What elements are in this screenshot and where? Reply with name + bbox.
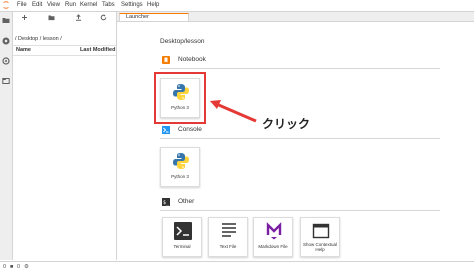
- menu-tabs[interactable]: Tabs: [102, 1, 115, 9]
- markdown-file-card[interactable]: Markdown File: [253, 217, 293, 257]
- terminal-icon: $_: [162, 198, 170, 206]
- card-label-markdown-file: Markdown File: [258, 244, 288, 249]
- annotation-click-text: クリック: [262, 117, 311, 131]
- running-icon[interactable]: [2, 37, 10, 45]
- svg-text:$_: $_: [163, 200, 170, 206]
- new-folder-icon[interactable]: [48, 14, 55, 21]
- launcher-path: Desktop/lesson: [160, 38, 205, 45]
- terminal-card[interactable]: Terminal: [162, 217, 202, 257]
- section-title-other: Other: [178, 198, 195, 205]
- file-list-header: Name Last Modified: [13, 45, 116, 56]
- new-launcher-icon[interactable]: [21, 14, 28, 21]
- menu-run[interactable]: Run: [65, 1, 76, 9]
- menu-bar: File Edit View Run Kernel Tabs Settings …: [0, 0, 474, 12]
- arrow-icon: [210, 100, 257, 123]
- menu-help[interactable]: Help: [147, 1, 159, 9]
- console-icon: [162, 126, 170, 134]
- tab-launcher[interactable]: Launcher: [119, 13, 189, 21]
- section-divider: [160, 138, 440, 139]
- status-gear-icon: ⚙: [24, 264, 29, 270]
- status-terminals-count[interactable]: 0: [17, 264, 20, 270]
- contextual-help-card[interactable]: Show Contextual Help: [300, 217, 340, 257]
- status-box-icon: ■: [10, 264, 14, 270]
- contextual-help-icon: [312, 223, 330, 239]
- card-label-terminal: Terminal: [173, 244, 191, 249]
- column-last-modified[interactable]: Last Modified: [80, 47, 115, 53]
- notebook-icon: [162, 56, 170, 64]
- tab-launcher-label: Launcher: [126, 14, 149, 20]
- tab-bar: Launcher: [117, 12, 474, 22]
- activity-bar: [0, 12, 13, 260]
- menu-file[interactable]: File: [17, 1, 27, 9]
- menu-edit[interactable]: Edit: [32, 1, 42, 9]
- markdown-icon: [266, 222, 282, 240]
- section-title-console: Console: [178, 126, 202, 133]
- upload-icon[interactable]: [75, 14, 82, 21]
- card-label-contextual-help: Show Contextual Help: [302, 242, 338, 252]
- card-label-text-file: Text File: [219, 244, 237, 249]
- card-label-console-python3: Python 3: [171, 174, 189, 179]
- status-kernels-count[interactable]: 0: [3, 264, 6, 270]
- text-file-icon: [222, 223, 236, 237]
- menu-kernel[interactable]: Kernel: [80, 1, 97, 9]
- jupyter-logo-icon: [3, 1, 9, 9]
- text-file-card[interactable]: Text File: [208, 217, 248, 257]
- terminal-icon: [174, 222, 192, 240]
- file-browser: / Desktop / lesson / Name Last Modified: [13, 12, 117, 260]
- folder-icon[interactable]: [2, 16, 10, 24]
- menu-settings[interactable]: Settings: [121, 1, 143, 9]
- section-divider: [160, 210, 440, 211]
- palette-icon[interactable]: [2, 57, 10, 65]
- console-python3-card[interactable]: Python 3: [160, 147, 200, 187]
- status-bar: 0 ■ 0 ⚙: [0, 261, 474, 273]
- tabs-icon[interactable]: [2, 77, 10, 85]
- menu-view[interactable]: View: [47, 1, 60, 9]
- highlight-box: [154, 72, 206, 124]
- column-name[interactable]: Name: [16, 47, 31, 53]
- refresh-icon[interactable]: [100, 14, 107, 21]
- python-logo-icon: [173, 153, 189, 169]
- section-title-notebook: Notebook: [178, 56, 206, 63]
- section-divider: [160, 68, 440, 69]
- breadcrumb[interactable]: / Desktop / lesson /: [15, 36, 62, 42]
